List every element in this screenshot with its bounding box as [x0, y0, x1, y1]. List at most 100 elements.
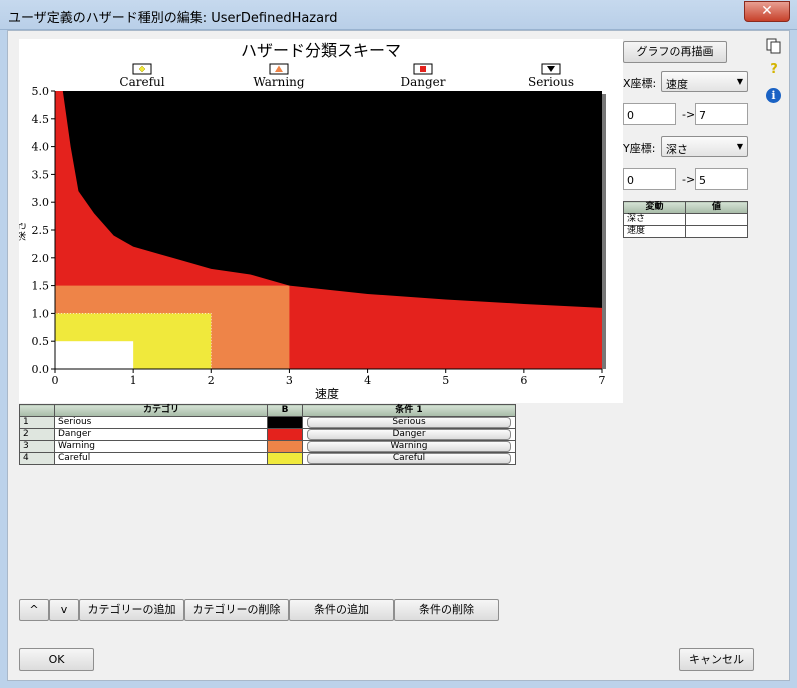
- y-tick-label: 0.5: [32, 335, 50, 348]
- x-axis-select-value: 速度: [666, 78, 688, 91]
- y-axis-selector-label: Y座標:: [623, 142, 656, 155]
- window-title: ユーザ定義のハザード種別の編集: UserDefinedHazard: [8, 11, 338, 26]
- y-tick-label: 3.0: [32, 196, 50, 209]
- category-header: カテゴリ: [54, 404, 268, 417]
- y-axis-label: 深さ: [19, 221, 28, 241]
- x-min-input[interactable]: 0: [623, 103, 676, 125]
- y-tick-label: 0.0: [32, 363, 50, 376]
- hazard-chart: ハザード分類スキーマ Careful Warning Danger Serious 0…: [16, 39, 623, 403]
- y-max-value: 5: [699, 174, 706, 187]
- y-tick-label: 2.5: [32, 224, 50, 237]
- x-tick-label: 6: [520, 374, 527, 387]
- condition-button[interactable]: Warning: [307, 441, 511, 452]
- y-tick-label: 4.5: [32, 113, 50, 126]
- help-icon[interactable]: ?: [765, 62, 783, 77]
- x-axis-select[interactable]: 速度 ▼: [661, 71, 748, 92]
- move-up-button[interactable]: ^: [19, 599, 49, 621]
- x-range-arrow: ->: [682, 108, 696, 121]
- y-axis-select-value: 深さ: [666, 143, 688, 156]
- chart-title: ハザード分類スキーマ: [241, 41, 401, 60]
- category-name[interactable]: Warning: [54, 440, 268, 453]
- condition-header: 条件 1: [302, 404, 516, 417]
- chart-svg: ハザード分類スキーマ Careful Warning Danger Serious 0…: [16, 41, 606, 401]
- variable-value[interactable]: [685, 225, 748, 238]
- category-name[interactable]: Danger: [54, 428, 268, 441]
- x-min-value: 0: [627, 109, 634, 122]
- condition-button[interactable]: Serious: [307, 417, 511, 428]
- y-tick-label: 5.0: [32, 85, 50, 98]
- category-color-swatch[interactable]: [267, 428, 303, 441]
- y-max-input[interactable]: 5: [695, 168, 748, 190]
- condition-cell: Warning: [302, 440, 516, 453]
- x-tick-label: 5: [442, 374, 449, 387]
- window-frame-left: [0, 0, 7, 688]
- window-frame-bottom: [0, 681, 797, 688]
- y-axis-select[interactable]: 深さ ▼: [661, 136, 748, 157]
- x-axis-selector-label: X座標:: [623, 77, 657, 90]
- chart-legend: Careful Warning Danger Serious: [119, 63, 574, 89]
- y-min-value: 0: [627, 174, 634, 187]
- cancel-button[interactable]: キャンセル: [679, 648, 754, 671]
- y-tick-label: 2.0: [32, 252, 50, 265]
- variable-table: 変動 値 深さ 速度: [623, 201, 748, 238]
- variable-header: 変動: [623, 201, 686, 214]
- x-tick-label: 1: [130, 374, 137, 387]
- condition-cell: Serious: [302, 416, 516, 429]
- x-tick-label: 7: [599, 374, 606, 387]
- x-tick-label: 2: [208, 374, 215, 387]
- x-tick-label: 3: [286, 374, 293, 387]
- title-bar[interactable]: ユーザ定義のハザード種別の編集: UserDefinedHazard ✕: [0, 0, 797, 30]
- close-button[interactable]: ✕: [744, 1, 790, 22]
- legend-label-careful: Careful: [119, 75, 164, 89]
- table-row[interactable]: 1 Serious Serious: [19, 416, 516, 429]
- table-row[interactable]: 3 Warning Warning: [19, 440, 516, 453]
- category-color-swatch[interactable]: [267, 416, 303, 429]
- row-number: 2: [19, 428, 55, 441]
- add-category-button[interactable]: カテゴリーの追加: [79, 599, 184, 621]
- condition-cell: Careful: [302, 452, 516, 465]
- delete-condition-button[interactable]: 条件の削除: [394, 599, 499, 621]
- category-name[interactable]: Careful: [54, 452, 268, 465]
- condition-button[interactable]: Danger: [307, 429, 511, 440]
- move-down-button[interactable]: v: [49, 599, 79, 621]
- y-min-input[interactable]: 0: [623, 168, 676, 190]
- x-tick-label: 0: [52, 374, 59, 387]
- condition-cell: Danger: [302, 428, 516, 441]
- copy-icon-graphic: [766, 38, 781, 54]
- category-table: カテゴリ B 条件 1 1 Serious Serious 2 Danger Danger…: [19, 404, 516, 465]
- x-max-input[interactable]: 7: [695, 103, 748, 125]
- value-header: 値: [685, 201, 748, 214]
- category-color-swatch[interactable]: [267, 452, 303, 465]
- delete-category-button[interactable]: カテゴリーの削除: [184, 599, 289, 621]
- add-condition-button[interactable]: 条件の追加: [289, 599, 394, 621]
- chevron-down-icon: ▼: [736, 142, 743, 151]
- variable-value[interactable]: [685, 213, 748, 226]
- legend-label-warning: Warning: [253, 75, 304, 89]
- row-number-header: [19, 404, 55, 417]
- condition-button[interactable]: Careful: [307, 453, 511, 464]
- info-icon[interactable]: i: [766, 88, 781, 103]
- legend-label-danger: Danger: [400, 75, 445, 89]
- plot-shadow: [602, 94, 606, 369]
- category-name[interactable]: Serious: [54, 416, 268, 429]
- variable-name: 速度: [623, 225, 686, 238]
- ok-button[interactable]: OK: [19, 648, 94, 671]
- x-tick-label: 4: [364, 374, 371, 387]
- variable-name: 深さ: [623, 213, 686, 226]
- legend-label-serious: Serious: [528, 75, 574, 89]
- table-row[interactable]: 4 Careful Careful: [19, 452, 516, 465]
- y-tick-label: 1.0: [32, 307, 50, 320]
- row-number: 1: [19, 416, 55, 429]
- row-number: 4: [19, 452, 55, 465]
- copy-icon[interactable]: [765, 38, 783, 58]
- table-row[interactable]: 2 Danger Danger: [19, 428, 516, 441]
- y-tick-label: 1.5: [32, 280, 50, 293]
- y-tick-label: 4.0: [32, 141, 50, 154]
- redraw-graph-button[interactable]: グラフの再描画: [623, 41, 727, 63]
- region-none: [55, 341, 134, 369]
- category-color-swatch[interactable]: [267, 440, 303, 453]
- table-row[interactable]: 深さ: [623, 213, 748, 226]
- x-axis-label: 速度: [315, 386, 339, 401]
- x-max-value: 7: [699, 109, 706, 122]
- table-row[interactable]: 速度: [623, 225, 748, 238]
